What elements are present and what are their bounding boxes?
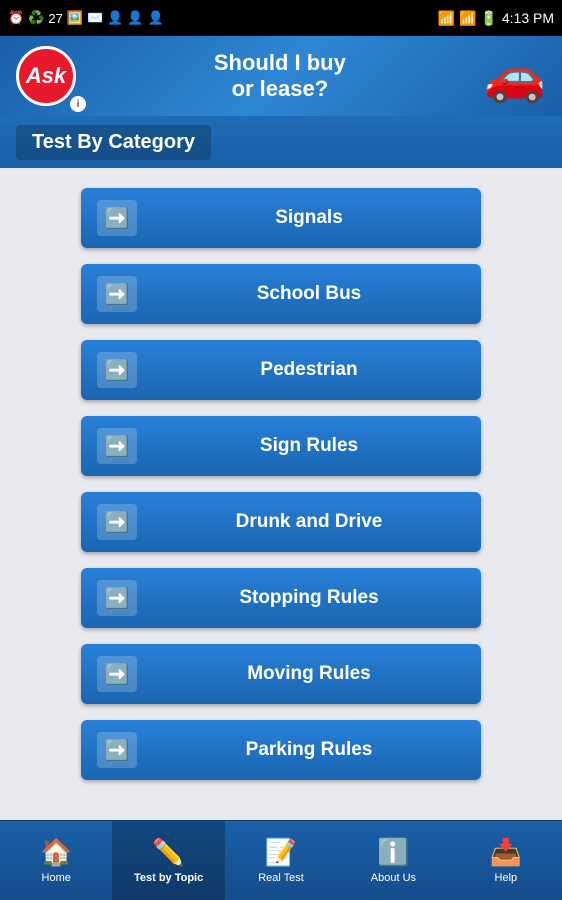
alert-icon3: 👤: [148, 10, 164, 26]
category-label: Signals: [153, 207, 465, 229]
alert-icon2: 👤: [127, 10, 143, 26]
notification-count: 27: [48, 11, 62, 26]
signal-icon: 📶: [459, 10, 476, 27]
arrow-icon: ➡️: [97, 580, 137, 616]
refresh-icon: ♻️: [28, 10, 44, 26]
arrow-icon: ➡️: [97, 428, 137, 464]
category-btn-drunk-and-drive[interactable]: ➡️ Drunk and Drive: [81, 492, 481, 552]
nav-label-home: Home: [42, 872, 71, 884]
battery-icon: 🔋: [480, 10, 497, 27]
nav-label-help: Help: [495, 872, 518, 884]
ad-info-icon[interactable]: i: [70, 96, 86, 112]
arrow-icon: ➡️: [97, 504, 137, 540]
wifi-icon: 📶: [438, 10, 455, 27]
category-label: Pedestrian: [153, 359, 465, 381]
arrow-icon: ➡️: [97, 352, 137, 388]
category-btn-signals[interactable]: ➡️ Signals: [81, 188, 481, 248]
arrow-icon: ➡️: [97, 732, 137, 768]
category-label: Parking Rules: [153, 739, 465, 761]
page-header: Test By Category: [0, 116, 562, 168]
nav-icon-help: 📥: [490, 837, 522, 868]
ad-banner[interactable]: Ask Should I buy or lease? 🚗 i: [0, 36, 562, 116]
email-icon: ✉️: [87, 10, 103, 26]
category-btn-school-bus[interactable]: ➡️ School Bus: [81, 264, 481, 324]
category-label: Stopping Rules: [153, 587, 465, 609]
category-label: School Bus: [153, 283, 465, 305]
nav-label-test-by-topic: Test by Topic: [134, 872, 203, 884]
time-display: 4:13 PM: [502, 10, 554, 26]
alert-icon1: 👤: [107, 10, 123, 26]
nav-icon-home: 🏠: [40, 837, 72, 868]
nav-icon-test-by-topic: ✏️: [152, 837, 184, 868]
nav-item-about-us[interactable]: ℹ️ About Us: [337, 821, 449, 900]
nav-label-about-us: About Us: [371, 872, 416, 884]
arrow-icon: ➡️: [97, 200, 137, 236]
photo-icon: 🖼️: [67, 10, 83, 26]
status-right: 📶 📶 🔋 4:13 PM: [438, 10, 554, 27]
alarm-icon: ⏰: [8, 10, 24, 26]
category-btn-parking-rules[interactable]: ➡️ Parking Rules: [81, 720, 481, 780]
nav-icon-real-test: 📝: [265, 837, 297, 868]
status-left: ⏰ ♻️ 27 🖼️ ✉️ 👤 👤 👤: [8, 10, 164, 26]
bottom-nav: 🏠 Home ✏️ Test by Topic 📝 Real Test ℹ️ A…: [0, 820, 562, 900]
status-bar: ⏰ ♻️ 27 🖼️ ✉️ 👤 👤 👤 📶 📶 🔋 4:13 PM: [0, 0, 562, 36]
category-btn-moving-rules[interactable]: ➡️ Moving Rules: [81, 644, 481, 704]
ask-logo: Ask: [16, 46, 76, 106]
page-title: Test By Category: [16, 125, 211, 160]
nav-item-home[interactable]: 🏠 Home: [0, 821, 112, 900]
nav-icon-about-us: ℹ️: [377, 837, 409, 868]
category-btn-stopping-rules[interactable]: ➡️ Stopping Rules: [81, 568, 481, 628]
ad-car-image: 🚗: [484, 47, 546, 106]
category-label: Sign Rules: [153, 435, 465, 457]
arrow-icon: ➡️: [97, 276, 137, 312]
main-content: ➡️ Signals ➡️ School Bus ➡️ Pedestrian ➡…: [0, 168, 562, 820]
nav-item-test-by-topic[interactable]: ✏️ Test by Topic: [112, 821, 224, 900]
nav-item-real-test[interactable]: 📝 Real Test: [225, 821, 337, 900]
category-btn-pedestrian[interactable]: ➡️ Pedestrian: [81, 340, 481, 400]
nav-item-help[interactable]: 📥 Help: [450, 821, 562, 900]
category-label: Drunk and Drive: [153, 511, 465, 533]
category-btn-sign-rules[interactable]: ➡️ Sign Rules: [81, 416, 481, 476]
nav-label-real-test: Real Test: [258, 872, 304, 884]
arrow-icon: ➡️: [97, 656, 137, 692]
ad-text: Should I buy or lease?: [76, 50, 484, 103]
category-label: Moving Rules: [153, 663, 465, 685]
